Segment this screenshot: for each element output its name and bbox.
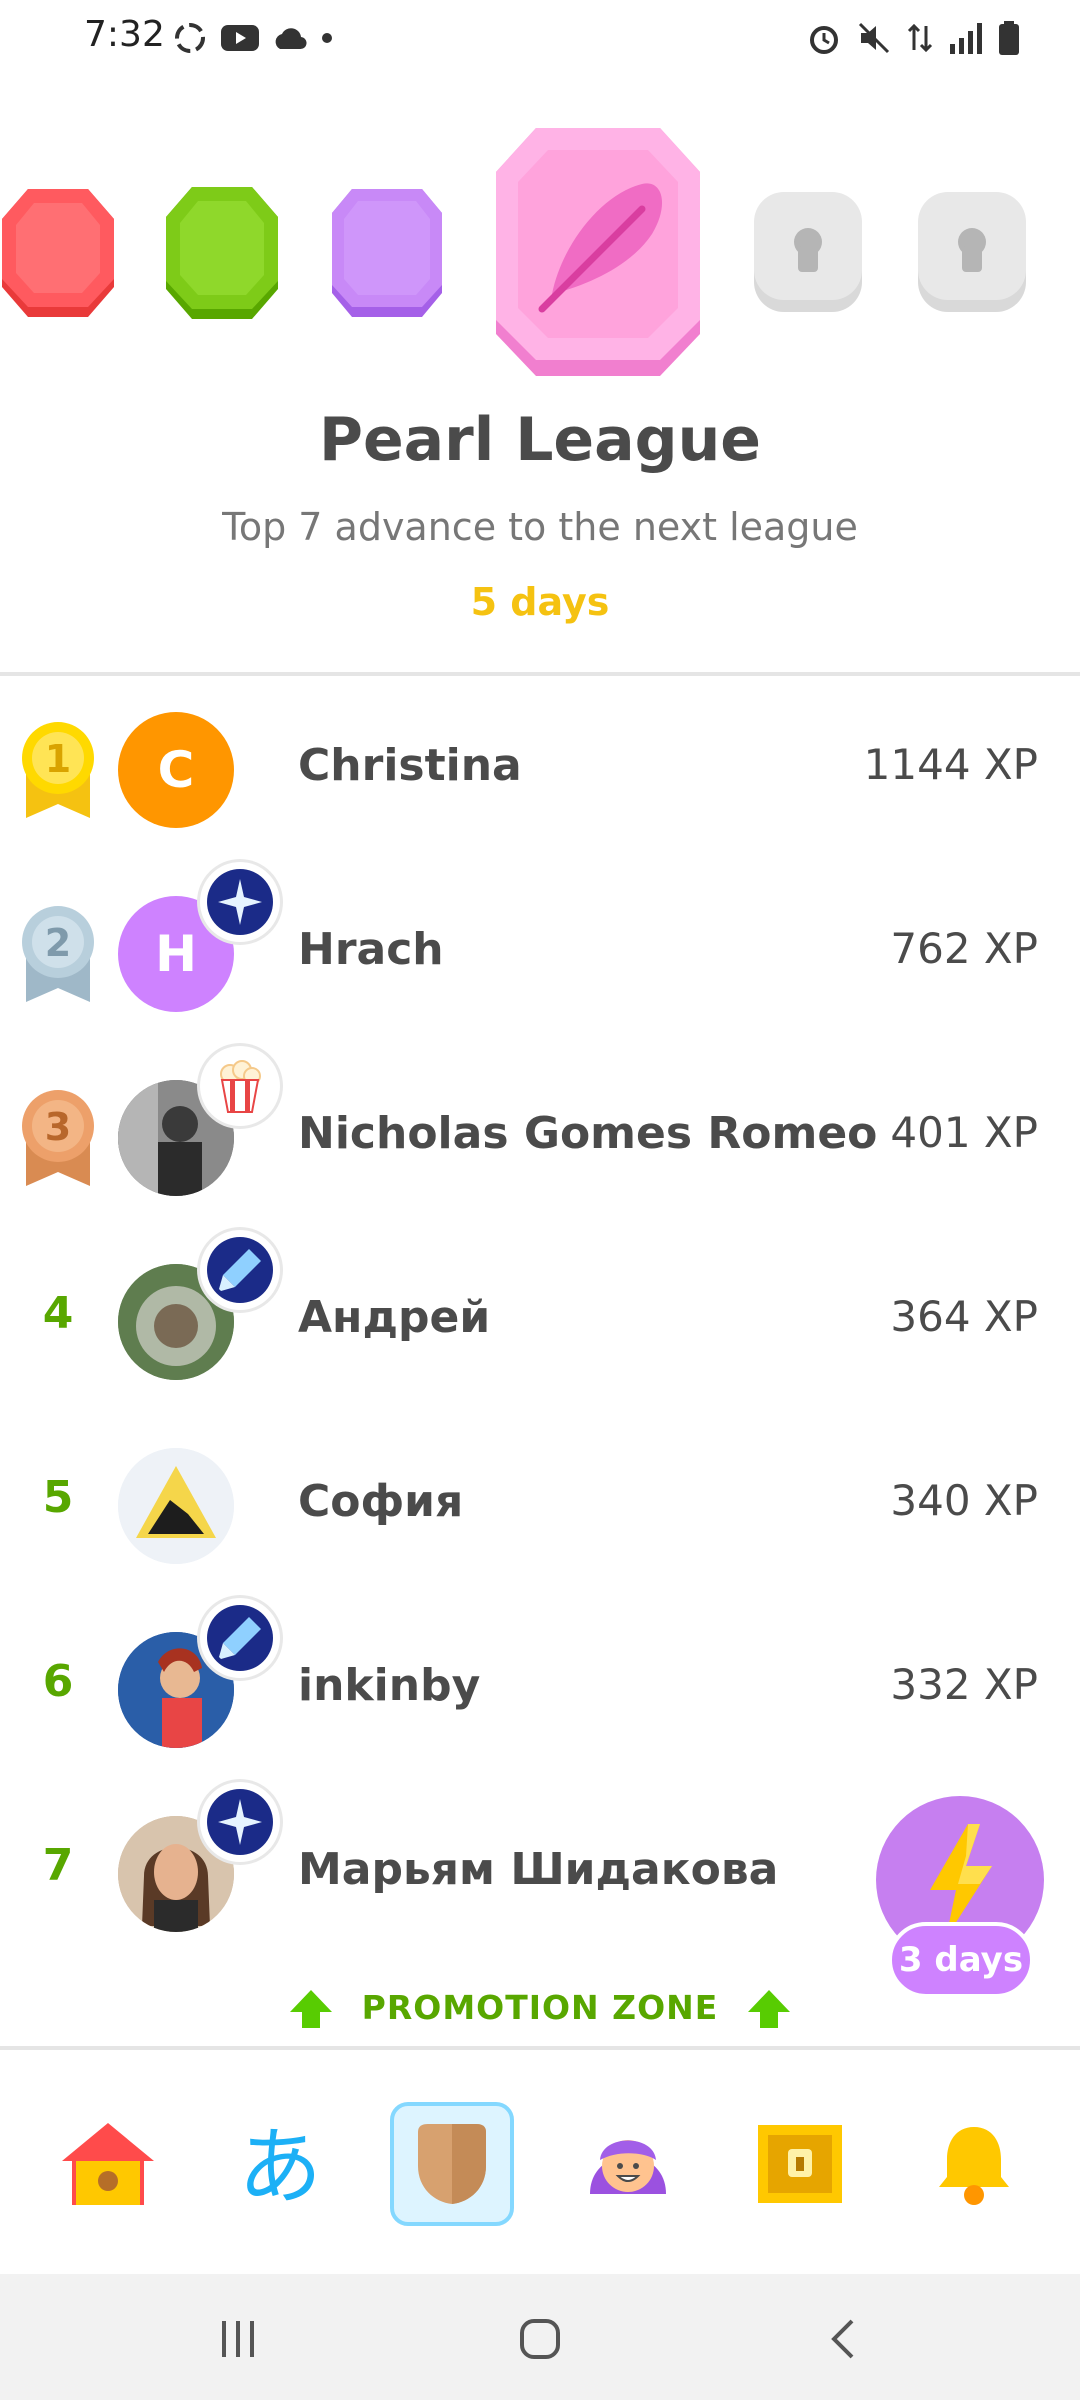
crystal-badge-icon <box>200 1598 280 1678</box>
notifications-icon <box>939 2127 1009 2205</box>
status-time: 7:32 <box>84 14 165 55</box>
user-xp: 332 XP <box>890 1660 1038 1709</box>
locked-league-badge <box>754 192 862 312</box>
status-bar: 7:32 <box>0 0 1080 76</box>
signal-icon <box>950 23 982 54</box>
divider <box>0 672 1080 676</box>
rank-number: 4 <box>42 1288 74 1339</box>
tab-notifications[interactable] <box>912 2102 1036 2226</box>
emerald-league-badge <box>166 187 278 319</box>
avatar-photo[interactable] <box>118 1448 234 1564</box>
tab-shop[interactable] <box>738 2102 862 2226</box>
home-button[interactable] <box>510 2314 570 2364</box>
leaderboard-row[interactable]: 6 inkinby 332 XP <box>0 1598 1080 1782</box>
alarm-icon <box>810 26 838 54</box>
profile-icon <box>590 2140 666 2194</box>
leagues-icon <box>418 2124 486 2204</box>
svg-text:あ: あ <box>238 2118 322 2214</box>
rank-number: 5 <box>42 1472 74 1523</box>
user-name: Андрей <box>298 1292 491 1343</box>
characters-icon: あ <box>238 2118 322 2214</box>
mute-icon <box>858 22 890 54</box>
data-transfer-icon <box>907 23 933 53</box>
battery-icon <box>999 21 1019 55</box>
status-notification-icons <box>172 20 334 56</box>
bronze-medal-icon: 3 <box>22 1090 94 1186</box>
youtube-icon <box>221 25 259 51</box>
rank-number: 2 <box>45 921 71 965</box>
user-name: Christina <box>298 740 522 791</box>
avatar-letter: C <box>157 741 195 799</box>
user-xp: 340 XP <box>890 1476 1038 1525</box>
user-name: inkinby <box>298 1660 481 1711</box>
cloud-icon <box>275 28 307 50</box>
user-name: София <box>298 1476 464 1527</box>
league-badges-row <box>0 120 1080 380</box>
system-navigation-bar <box>0 2274 1080 2400</box>
user-xp: 364 XP <box>890 1292 1038 1341</box>
user-name: Nicholas Gomes Romeo <box>298 1108 878 1159</box>
xp-boost-timer[interactable]: 3 days <box>888 1922 1034 1998</box>
back-icon <box>831 2319 854 2359</box>
crystal-badge-icon <box>200 1230 280 1310</box>
rank-number: 1 <box>45 737 71 781</box>
rank-number: 7 <box>42 1840 74 1891</box>
dot-icon <box>322 33 332 43</box>
user-xp: 401 XP <box>890 1108 1038 1157</box>
recent-apps-button[interactable] <box>208 2314 268 2364</box>
league-subtitle: Top 7 advance to the next league <box>222 505 858 549</box>
ruby-league-badge <box>2 189 114 317</box>
sync-icon <box>175 23 205 53</box>
leaderboard-row[interactable]: 1 C Christina 1144 XP <box>0 678 1080 862</box>
leaderboard-row[interactable]: 4 Андрей 364 XP <box>0 1230 1080 1414</box>
silver-medal-icon: 2 <box>22 906 94 1002</box>
locked-league-badge-2 <box>918 192 1026 312</box>
pearl-league-badge <box>496 128 700 376</box>
user-xp: 762 XP <box>890 924 1038 973</box>
user-xp: 1144 XP <box>863 740 1038 789</box>
rank-number: 6 <box>42 1656 74 1707</box>
status-system-icons <box>806 20 1020 56</box>
tab-leagues[interactable] <box>390 2102 514 2226</box>
shop-chest-icon <box>758 2125 842 2203</box>
home-circle-icon <box>520 2319 560 2359</box>
gold-medal-icon: 1 <box>22 722 94 818</box>
tab-characters[interactable]: あ <box>218 2102 342 2226</box>
sparkle-badge-icon <box>200 862 280 942</box>
tab-profile[interactable] <box>566 2102 690 2226</box>
avatar[interactable]: C <box>118 712 234 828</box>
leaderboard-row[interactable]: 5 София 340 XP <box>0 1414 1080 1598</box>
user-name: Hrach <box>298 924 444 975</box>
tab-home[interactable] <box>46 2102 170 2226</box>
recent-apps-icon <box>222 2321 254 2357</box>
league-title: Pearl League <box>319 405 761 475</box>
arrow-up-icon <box>748 1990 790 2028</box>
leaderboard-row[interactable]: 3 Nicholas Gomes Romeo 401 XP <box>0 1046 1080 1230</box>
back-button[interactable] <box>814 2314 874 2364</box>
popcorn-badge-icon <box>200 1046 280 1126</box>
bottom-tab-bar: あ <box>0 2050 1080 2274</box>
leaderboard-row[interactable]: 2 H Hrach 762 XP <box>0 862 1080 1046</box>
home-icon <box>62 2123 154 2205</box>
league-time-left: 5 days <box>470 580 610 624</box>
amethyst-league-badge <box>332 189 442 317</box>
sparkle-badge-icon <box>200 1782 280 1862</box>
user-name: Марьям Шидакова <box>298 1844 779 1895</box>
rank-number: 3 <box>45 1105 71 1149</box>
